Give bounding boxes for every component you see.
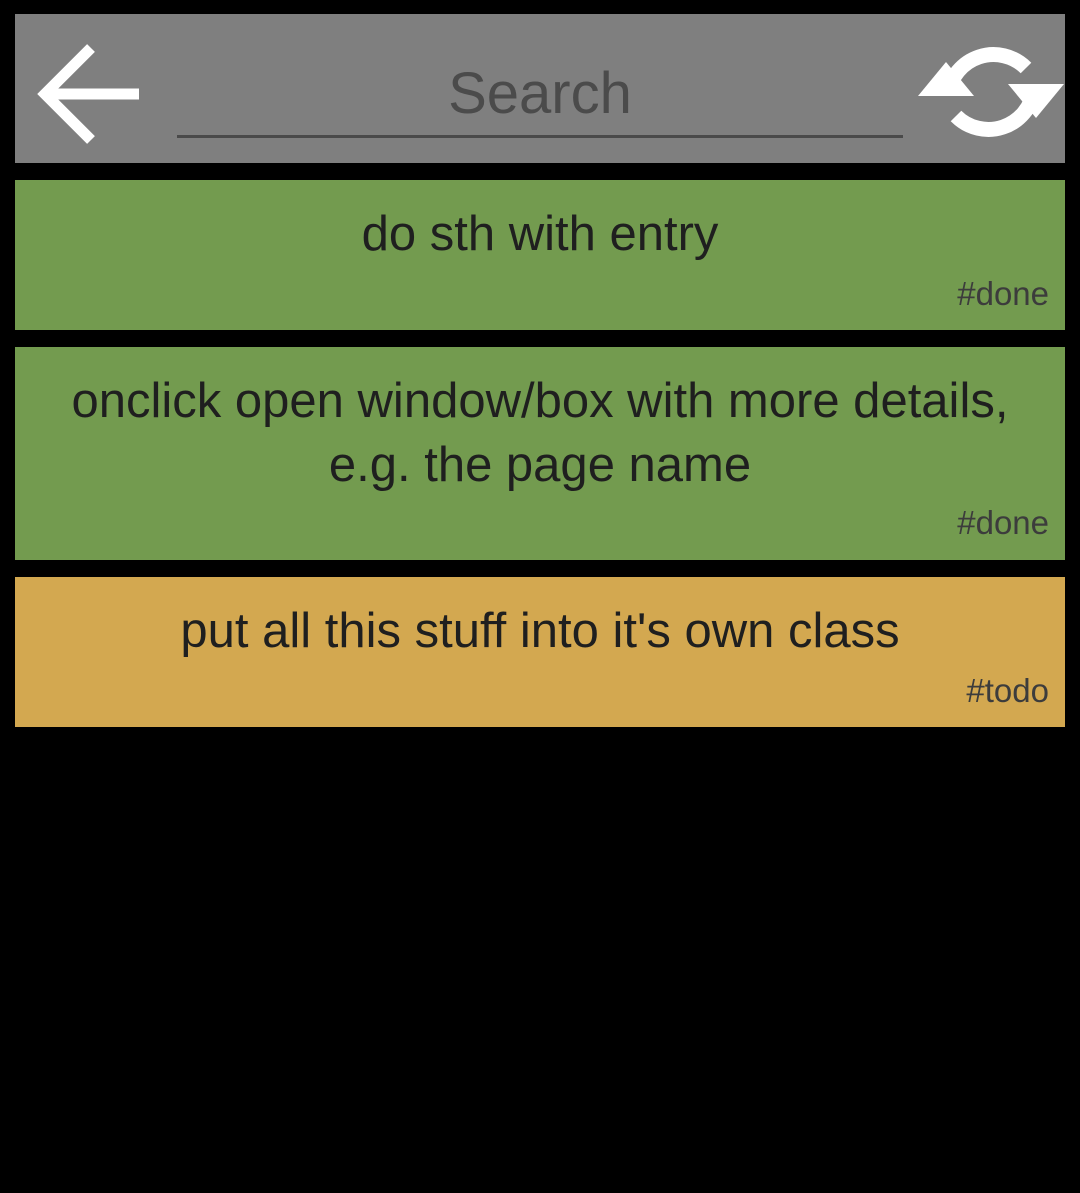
refresh-icon [918, 47, 1064, 137]
entry-tag: #done [957, 275, 1049, 312]
entry-text: onclick open window/box with more detail… [71, 374, 1009, 492]
entry-tag: #todo [966, 672, 1049, 709]
refresh-button[interactable] [918, 38, 1064, 146]
search-input[interactable] [177, 52, 903, 138]
arrow-left-icon [37, 44, 139, 144]
entry-text: put all this stuff into it's own class [180, 604, 900, 658]
list-item[interactable]: do sth with entry #done [15, 180, 1065, 330]
list-item[interactable]: onclick open window/box with more detail… [15, 347, 1065, 560]
toolbar [15, 14, 1065, 163]
entry-tag: #done [957, 504, 1049, 541]
list-item[interactable]: put all this stuff into it's own class #… [15, 577, 1065, 727]
back-button[interactable] [37, 42, 145, 146]
entry-text: do sth with entry [361, 207, 719, 261]
search-field [177, 52, 903, 140]
